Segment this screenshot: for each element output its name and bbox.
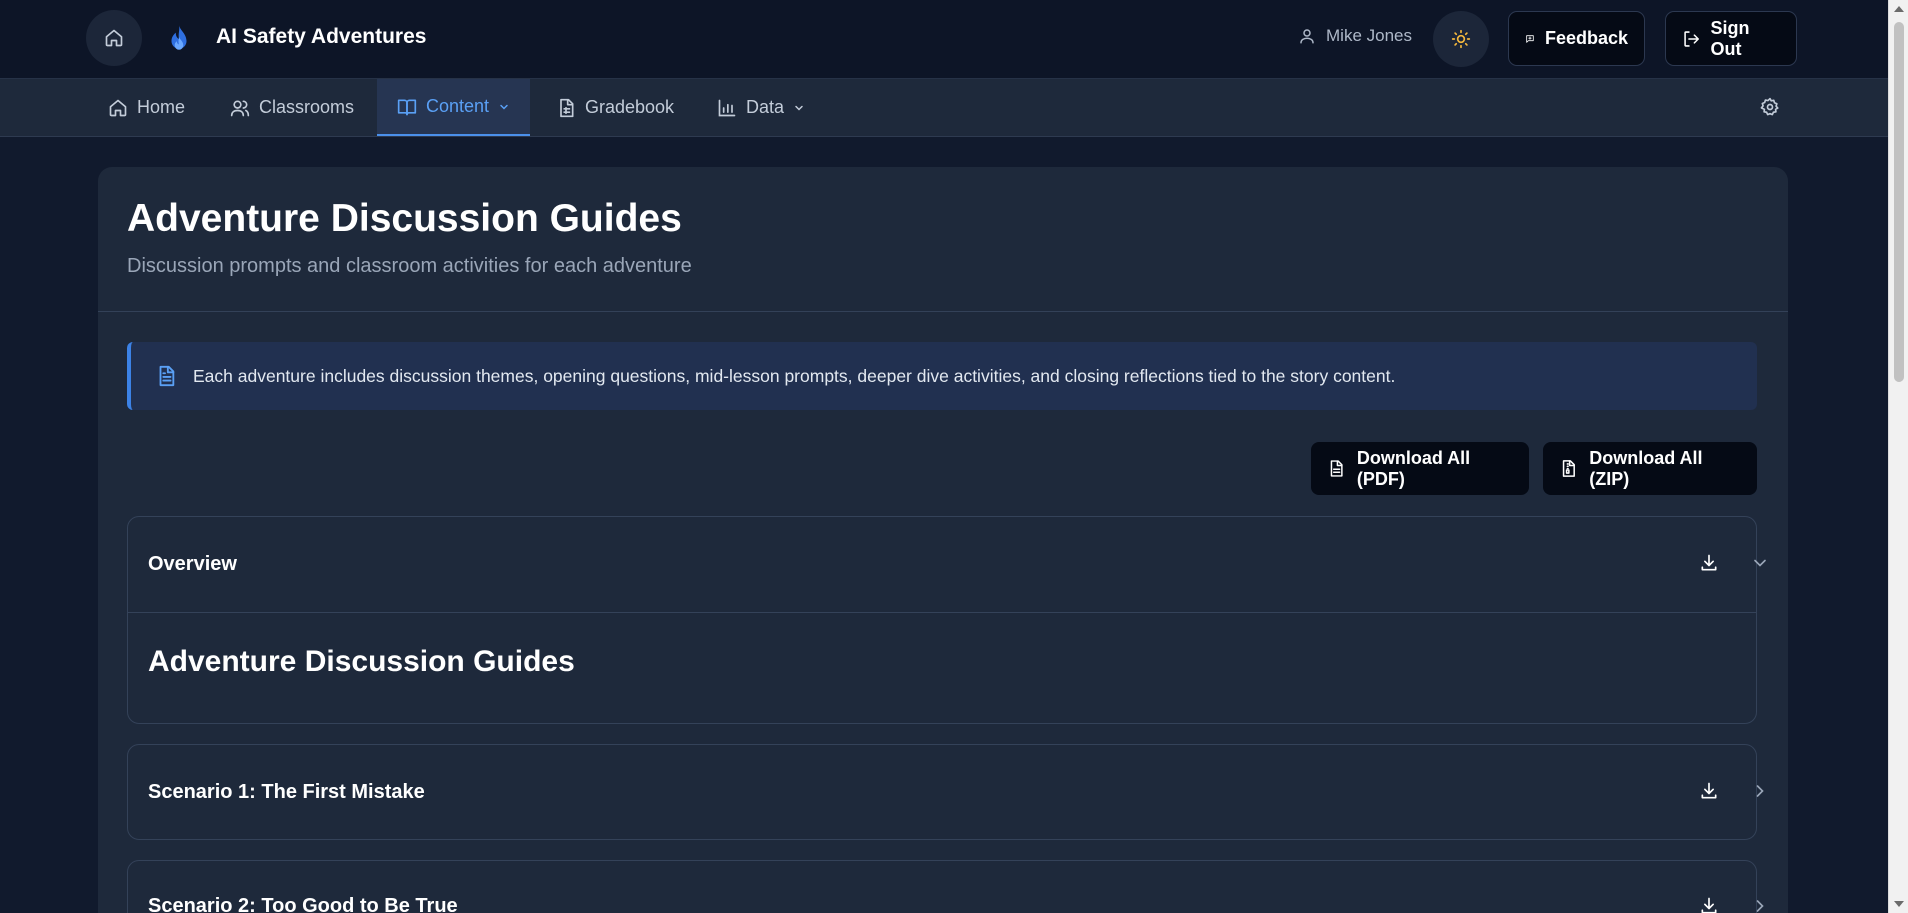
message-plus-icon (1526, 34, 1534, 43)
user-name: Mike Jones (1326, 26, 1412, 45)
main-card: Adventure Discussion Guides Discussion p… (98, 167, 1788, 913)
main-nav: Home Classrooms Content Gradebook Data (0, 79, 1888, 137)
accordion-header[interactable]: Overview (128, 517, 1766, 612)
download-pdf-label: Download All (PDF) (1356, 447, 1471, 489)
accordion-body-title: Adventure Discussion Guides (148, 645, 575, 678)
file-text-icon (1330, 460, 1343, 477)
accordion-item-scenario-2: Scenario 2: Too Good to Be True (127, 860, 1764, 913)
scroll-up-arrow-icon[interactable] (1894, 6, 1904, 12)
sun-icon (1451, 29, 1471, 49)
user-icon (1300, 29, 1314, 44)
scroll-down-arrow-icon[interactable] (1894, 901, 1904, 907)
download-icon[interactable] (1699, 781, 1719, 801)
nav-label: Home (137, 97, 186, 117)
theme-toggle-button[interactable] (1433, 11, 1489, 67)
accordion-title: Scenario 2: Too Good to Be True (148, 895, 458, 913)
home-icon (109, 99, 127, 116)
accordion-title: Overview (148, 553, 237, 575)
download-icon[interactable] (1699, 553, 1719, 573)
chevron-down-icon (500, 104, 508, 110)
nav-item-classrooms[interactable]: Classrooms (210, 79, 374, 136)
scroll-thumb[interactable] (1894, 22, 1904, 382)
bar-chart-icon (718, 99, 736, 116)
nav-item-data[interactable]: Data (697, 79, 825, 136)
accordion-header[interactable]: Scenario 2: Too Good to Be True (128, 861, 1764, 913)
document-icon (159, 365, 175, 387)
log-out-icon (1684, 30, 1699, 47)
app-title: AI Safety Adventures (216, 25, 427, 48)
chevron-right-icon[interactable] (1750, 781, 1770, 801)
users-icon (230, 100, 250, 116)
top-bar: AI Safety Adventures Mike Jones Feedback… (0, 0, 1888, 79)
nav-label: Content (425, 96, 490, 116)
book-open-icon (397, 99, 417, 115)
nav-label: Gradebook (585, 97, 675, 117)
divider (128, 612, 1756, 613)
page-scrollbar[interactable] (1888, 0, 1908, 913)
nav-label: Classrooms (259, 97, 355, 117)
sign-out-button[interactable]: Sign Out (1665, 11, 1797, 66)
nav-item-content[interactable]: Content (377, 79, 530, 136)
accordion-header[interactable]: Scenario 1: The First Mistake (128, 745, 1764, 840)
download-icon[interactable] (1699, 896, 1719, 913)
divider (98, 311, 1788, 312)
file-spreadsheet-icon (560, 98, 574, 117)
download-all-zip-button[interactable]: Download All (ZIP) (1543, 442, 1757, 495)
download-all-pdf-button[interactable]: Download All (PDF) (1311, 442, 1529, 495)
accordion-title: Scenario 1: The First Mistake (148, 781, 425, 803)
page-title: Adventure Discussion Guides (127, 197, 682, 240)
chevron-right-icon[interactable] (1750, 896, 1770, 913)
accordion-item-overview: Overview Adventure Discussion Guides (127, 516, 1766, 724)
nav-item-home[interactable]: Home (88, 79, 205, 136)
feedback-button[interactable]: Feedback (1508, 11, 1645, 66)
accordion-item-scenario-1: Scenario 1: The First Mistake (127, 744, 1764, 840)
file-archive-icon (1562, 460, 1575, 477)
flame-logo-icon (171, 25, 187, 50)
info-callout: Each adventure includes discussion theme… (127, 342, 1757, 410)
chevron-down-icon (795, 105, 803, 111)
page-subtitle: Discussion prompts and classroom activit… (127, 255, 692, 277)
sign-out-label: Sign Out (1710, 17, 1750, 59)
feedback-label: Feedback (1544, 28, 1628, 48)
home-icon (105, 29, 123, 47)
nav-item-gradebook[interactable]: Gradebook (536, 79, 694, 136)
nav-label: Data (746, 97, 785, 117)
gear-icon[interactable] (1760, 97, 1780, 117)
download-zip-label: Download All (ZIP) (1589, 447, 1703, 489)
chevron-down-icon[interactable] (1750, 553, 1770, 573)
user-menu[interactable]: Mike Jones (1298, 26, 1412, 46)
home-button[interactable] (86, 10, 142, 66)
info-text: Each adventure includes discussion theme… (193, 365, 1396, 386)
